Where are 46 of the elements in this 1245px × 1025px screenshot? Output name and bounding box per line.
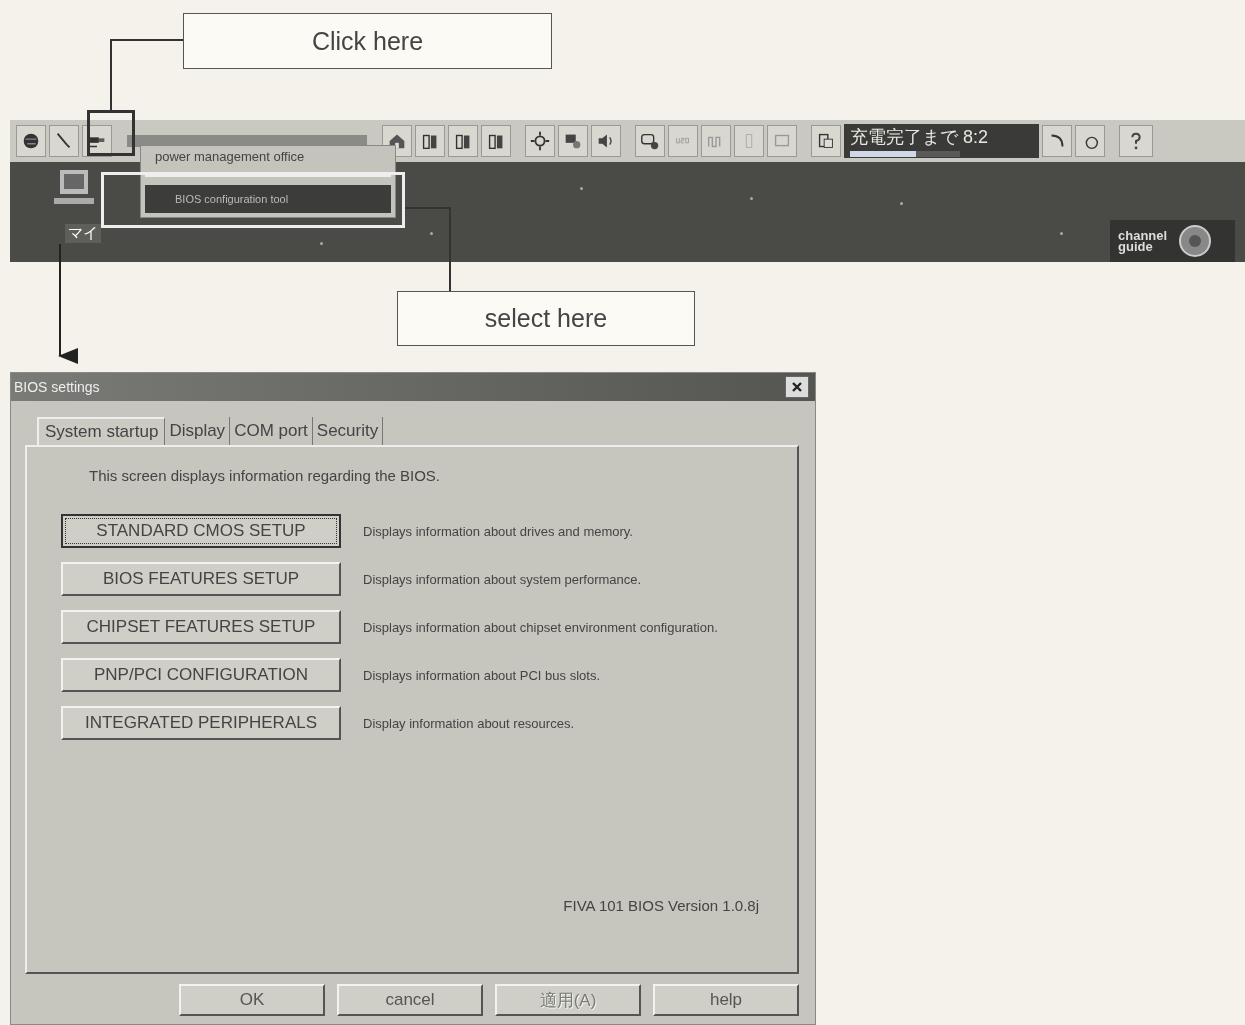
tab[interactable]: System startup: [37, 417, 166, 445]
badge-text: channel: [1118, 230, 1168, 241]
tab[interactable]: COM port: [230, 417, 313, 445]
computer-icon[interactable]: [52, 168, 96, 206]
menu-item[interactable]: power management office: [141, 146, 395, 167]
phone-icon[interactable]: [1042, 125, 1072, 157]
window-title: BIOS settings: [14, 379, 100, 395]
setup-button[interactable]: PNP/PCI CONFIGURATION: [61, 658, 341, 692]
brightness-icon[interactable]: [525, 125, 555, 157]
description-text: Displays information about chipset environment configuration.: [363, 619, 718, 635]
speaker-icon[interactable]: [591, 125, 621, 157]
help-icon[interactable]: [1119, 125, 1153, 157]
battery-icon[interactable]: [481, 125, 511, 157]
dialog-button[interactable]: OK: [179, 984, 325, 1016]
version-text: FIVA 101 BIOS Version 1.0.8j: [563, 897, 759, 914]
setup-button[interactable]: INTEGRATED PERIPHERALS: [61, 706, 341, 740]
setup-button[interactable]: CHIPSET FEATURES SETUP: [61, 610, 341, 644]
badge-text: guide: [1118, 241, 1153, 252]
chat-icon[interactable]: [635, 125, 665, 157]
intro-text: This screen displays information regarding the BIOS.: [89, 467, 441, 484]
channel-guide-badge[interactable]: channel guide: [1110, 220, 1235, 262]
tab[interactable]: Display: [165, 417, 231, 445]
phone-icon[interactable]: [1075, 125, 1105, 157]
description-text: Displays information about drives and memory.: [363, 523, 633, 539]
tools-icon[interactable]: [49, 125, 79, 157]
battery-icon[interactable]: [415, 125, 445, 157]
clipboard-icon[interactable]: [811, 125, 841, 157]
globe-icon[interactable]: [16, 125, 46, 157]
description-text: Displays information about system performance.: [363, 571, 642, 587]
icon-label: マイ: [65, 224, 101, 243]
menu-item[interactable]: BIOS configuration tool: [145, 185, 391, 213]
description-text: Displays information about PCI bus slots.: [363, 667, 600, 683]
dialog-button[interactable]: cancel: [337, 984, 483, 1016]
battery-text: 充電完了まで 8:2: [850, 126, 990, 149]
description-text: Display information about resources.: [363, 715, 574, 731]
display-icon[interactable]: [558, 125, 588, 157]
close-button[interactable]: [785, 376, 809, 398]
setup-button[interactable]: BIOS FEATURES SETUP: [61, 562, 341, 596]
setup-button[interactable]: STANDARD CMOS SETUP: [61, 514, 341, 548]
tab[interactable]: Security: [312, 417, 384, 445]
callout-label: select here: [397, 291, 695, 346]
callout-label: Click here: [183, 13, 552, 69]
battery-icon[interactable]: [448, 125, 478, 157]
close-icon: [791, 381, 803, 393]
dialog-button[interactable]: help: [653, 984, 799, 1016]
highlight-frame: [87, 110, 135, 156]
